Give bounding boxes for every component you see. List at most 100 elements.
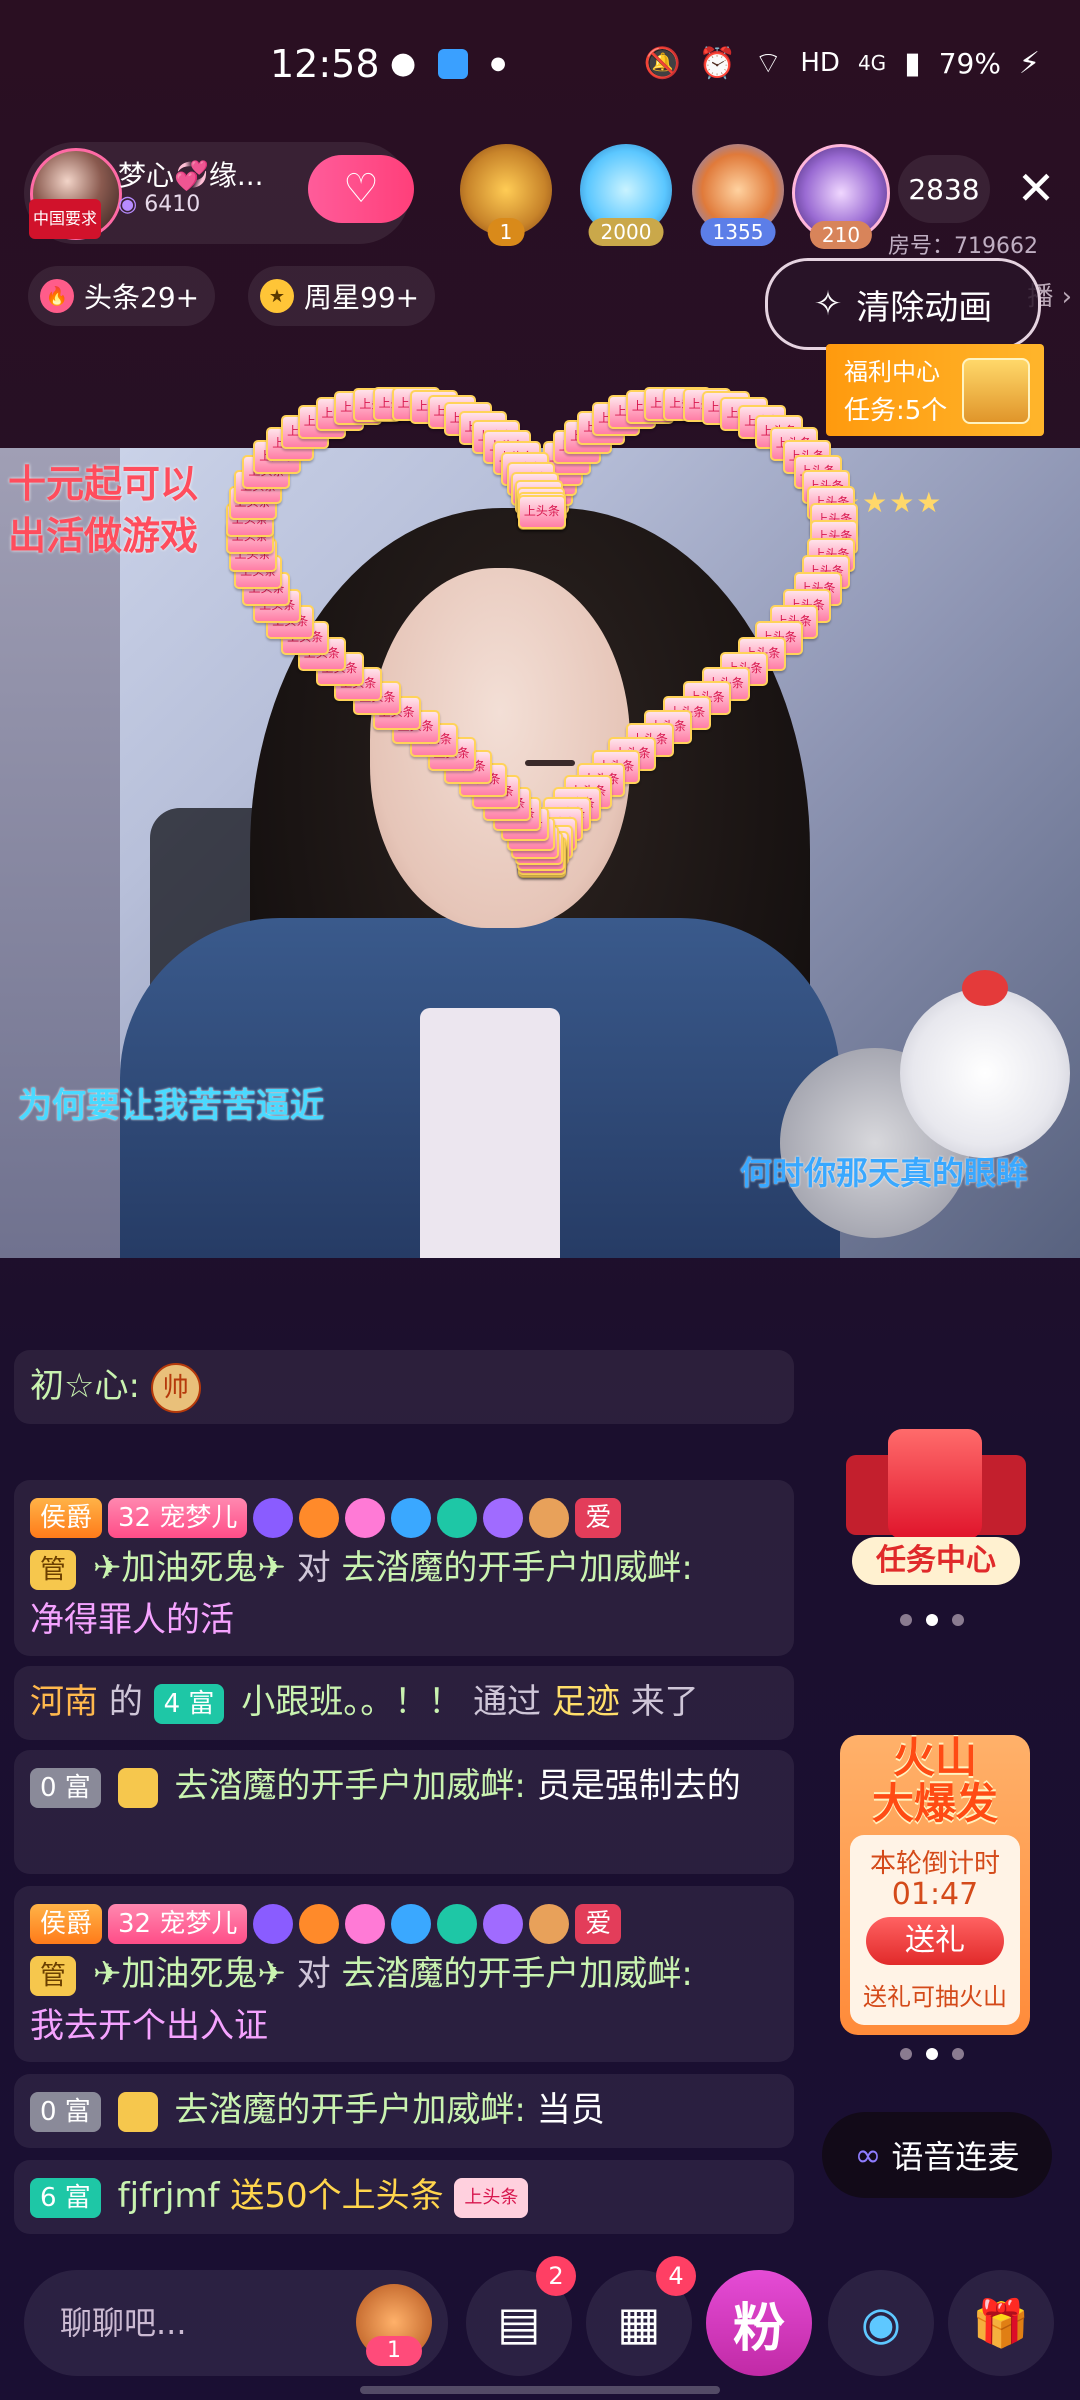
medal-icon (529, 1903, 570, 1944)
chat-input-placeholder: 聊聊吧... (60, 2304, 187, 2342)
chat-user[interactable]: 初☆心: (30, 1366, 140, 1406)
home-indicator (360, 2386, 720, 2394)
welfare-title: 福利中心 (844, 358, 940, 386)
fans-icon: ◉ (118, 192, 138, 217)
volcano-panel: 本轮倒计时 01:47 送礼 送礼可抽火山 (850, 1835, 1020, 2025)
status-time: 12:58 (270, 42, 380, 86)
headline-pill[interactable]: 🔥 头条29+ (28, 266, 216, 326)
promo-line-2: 出活做游戏 (8, 514, 199, 558)
chat-target[interactable]: 去涾魔的开手户加威衅: (341, 1548, 692, 1588)
gift-button[interactable]: 🎁 (948, 2270, 1054, 2376)
follow-button[interactable]: ♡ (308, 155, 414, 223)
admin-badge: 管 (30, 1549, 77, 1590)
chat-user[interactable]: ✈加油死鬼✈ (93, 1548, 286, 1588)
host-avatar[interactable]: 中国要求 (29, 148, 122, 240)
medal-icon (253, 1497, 294, 1538)
clear-animation-button[interactable]: ✧ 清除动画 (765, 258, 1041, 350)
chat-message: 河南 的 4 富 小跟班。。！！ 通过 足迹 来了 (14, 1666, 794, 1740)
host-fans: ◉ 6410 (118, 192, 200, 217)
top-viewer-1[interactable]: 1 (460, 144, 552, 246)
headline-label: 头条29+ (84, 281, 200, 314)
broom-icon: ✧ (813, 284, 843, 324)
chat-text: 净得罪人的活 (30, 1600, 234, 1640)
chat-place: 河南 (30, 1682, 98, 1722)
volcano-event-widget[interactable]: 火山 大爆发 本轮倒计时 01:47 送礼 送礼可抽火山 (840, 1735, 1030, 2035)
medal-icon (345, 1497, 386, 1538)
chat-connector: 的 (108, 1682, 143, 1722)
gamepad-icon: ◉ (860, 2296, 902, 2350)
wechat-icon: ● (390, 46, 417, 81)
viewer-badge: 210 (809, 221, 873, 249)
chat-gift-text: 送50个上头条 (230, 2176, 444, 2216)
lyric-right: 何时你那天真的眼眸 (740, 1154, 1029, 1192)
viewer-badge: 1 (487, 218, 525, 246)
message-icon: ▤ (497, 2296, 541, 2350)
gift-icon: 上头条 (454, 2177, 529, 2218)
viewer-count[interactable]: 2838 (898, 155, 990, 223)
game-button[interactable]: ◉ (828, 2270, 934, 2376)
chat-user[interactable]: 去涾魔的开手户加威衅: (174, 2090, 525, 2130)
medal-icon (345, 1903, 386, 1944)
love-badge: 爱 (575, 1903, 622, 1944)
message-badge: 2 (536, 2256, 576, 2296)
chat-message: 0 富 去涾魔的开手户加威衅: 当员 (14, 2074, 794, 2148)
top-viewer-3[interactable]: 1355 (692, 144, 784, 246)
viewer-badge: 2000 (588, 218, 664, 246)
user-avatar[interactable]: 1 (356, 2284, 432, 2366)
medal-icon (437, 1903, 478, 1944)
medal-icon (253, 1903, 294, 1944)
rich-badge: 6 富 (30, 2177, 101, 2218)
chat-input[interactable]: 聊聊吧... 1 (24, 2270, 448, 2376)
video-background (0, 448, 120, 1258)
top-viewer-4[interactable]: 210 (792, 144, 890, 249)
star-icon: ★ (260, 279, 294, 313)
promo-overlay: 十元起可以 出活做游戏 (8, 458, 198, 562)
weekstar-pill[interactable]: ★ 周星99+ (248, 266, 436, 326)
flame-icon: 🔥 (40, 279, 74, 313)
top-viewer-2[interactable]: 2000 (580, 144, 672, 246)
red-envelope-icon (888, 1429, 982, 1539)
medal-icon (299, 1497, 340, 1538)
countdown-label: 本轮倒计时 (869, 1849, 1000, 1879)
medal-icon (483, 1497, 524, 1538)
rich-badge: 0 富 (30, 2091, 101, 2132)
fan-badge: 32 宠梦儿 (108, 1903, 248, 1944)
chat-user[interactable]: fjfrjmf (118, 2176, 220, 2216)
medal-icon (391, 1903, 432, 1944)
volcano-carousel-dots (900, 2048, 964, 2060)
countdown-timer: 01:47 (891, 1877, 979, 1912)
rank-badge: 侯爵 (30, 1497, 103, 1538)
message-button[interactable]: ▤ 2 (466, 2256, 576, 2376)
chat-user[interactable]: ✈加油死鬼✈ (93, 1954, 286, 1994)
signal-icon: ▮ (904, 45, 921, 81)
chat-user[interactable]: 去涾魔的开手户加威衅: (174, 1766, 525, 1806)
chat-user[interactable]: 小跟班。。！！ (241, 1682, 462, 1722)
hd-label: HD (800, 48, 840, 78)
chat-connector: 来了 (630, 1682, 699, 1722)
host-fans-count: 6410 (144, 192, 201, 217)
status-right-icons: 🔕 ⏰ ⌔ HD 4G ▮ 79% ⚡ (643, 44, 1040, 82)
medal-icon (391, 1497, 432, 1538)
user-level-icon (117, 2091, 158, 2132)
charging-icon: ⚡ (1018, 45, 1040, 81)
voice-link-label: 语音连麦 (891, 2138, 1020, 2176)
rank-badge: 侯爵 (30, 1903, 103, 1944)
task-center-widget[interactable]: 任务中心 (846, 1425, 1026, 1595)
send-gift-button[interactable]: 送礼 (866, 1917, 1004, 1965)
chat-list[interactable]: 初☆心: 帅 侯爵 32 宠梦儿 爱 管 ✈加油死鬼✈ 对 去涾魔的开手户加威衅: … (14, 1350, 794, 2240)
chat-text: 员是强制去的 (536, 1766, 741, 1806)
heart-plus-icon: ♡ (343, 166, 379, 212)
room-number: 房号：719662 (888, 234, 1038, 259)
close-button[interactable]: ✕ (1008, 160, 1064, 216)
streamer-shirt (420, 1008, 560, 1258)
apps-badge: 4 (656, 2256, 696, 2296)
network-label: 4G (857, 51, 887, 75)
chat-target[interactable]: 去涾魔的开手户加威衅: (341, 1954, 692, 1994)
voice-link-button[interactable]: ∞ 语音连麦 (822, 2112, 1052, 2198)
user-level-icon (117, 1767, 158, 1808)
weekstar-label: 周星99+ (304, 281, 420, 314)
wifi-icon: ⌔ (754, 46, 783, 81)
status-bar: 12:58 ● ● 🔕 ⏰ ⌔ HD 4G ▮ 79% ⚡ (0, 0, 1080, 130)
apps-button[interactable]: ▦ 4 (586, 2256, 696, 2376)
fans-button[interactable]: 粉 (706, 2270, 812, 2376)
